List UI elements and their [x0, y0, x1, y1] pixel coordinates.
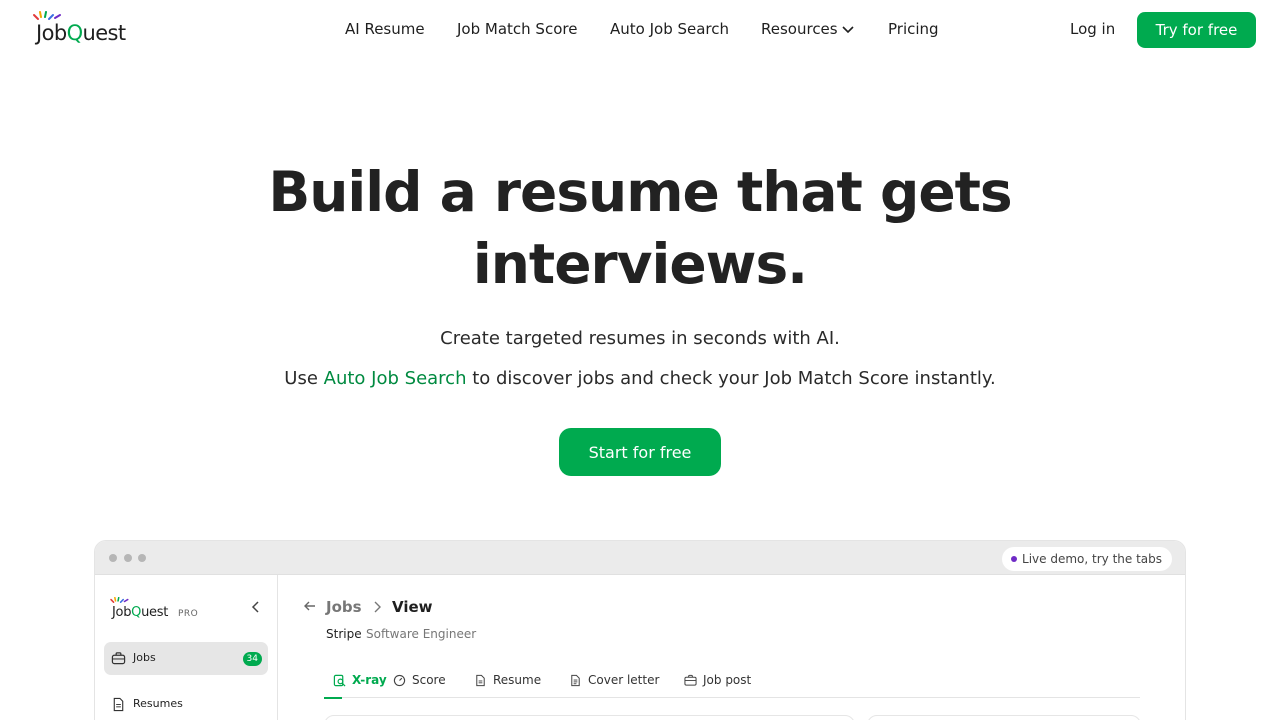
tab-label: Resume	[493, 673, 542, 687]
hero-title-line2: interviews.	[472, 232, 808, 296]
letter-icon	[571, 674, 580, 687]
nav-auto-job-search[interactable]: Auto Job Search	[610, 20, 729, 38]
start-for-free-button[interactable]: Start for free	[559, 428, 721, 476]
jobs-count-badge: 34	[242, 652, 262, 666]
sidebar-item-label: Resumes	[133, 697, 183, 710]
live-demo-window: Live demo, try the tabs JobQuest PRO Job…	[94, 540, 1186, 720]
nav-resources[interactable]: Resources	[761, 20, 854, 38]
hero-subtitle-2-suffix: to discover jobs and check your Job Matc…	[466, 368, 996, 389]
demo-logo-wordmark: JobQuest	[112, 605, 168, 620]
tab-label: Score	[412, 673, 446, 687]
try-for-free-button[interactable]: Try for free	[1137, 12, 1256, 48]
hero-title-line1: Build a resume that gets	[268, 160, 1012, 224]
job-role: Software Engineer	[366, 627, 477, 641]
pro-badge: PRO	[178, 609, 199, 619]
back-arrow-icon[interactable]	[303, 599, 317, 613]
xray-card	[324, 715, 855, 720]
job-tabs: X-ray Score Resume Cover letter Job post	[324, 665, 1140, 699]
demo-sidebar: JobQuest PRO Jobs 34 Resumes	[95, 575, 278, 720]
nav-pricing[interactable]: Pricing	[888, 20, 939, 38]
window-dot-icon	[138, 554, 146, 562]
demo-main: Jobs View Stripe Software Engineer X-ray…	[279, 575, 1185, 720]
site-header: JobQuest AI Resume Job Match Score Auto …	[0, 0, 1280, 60]
sidebar-item-resumes[interactable]: Resumes	[104, 688, 268, 720]
hero-subtitle: Create targeted resumes in seconds with …	[440, 328, 840, 349]
tab-label: Job post	[703, 673, 752, 687]
briefcase-icon	[111, 652, 126, 665]
nav-ai-resume[interactable]: AI Resume	[345, 20, 425, 38]
sidebar-item-jobs[interactable]: Jobs 34	[104, 642, 268, 675]
nav-job-match-score[interactable]: Job Match Score	[457, 20, 577, 38]
breadcrumb-view: View	[392, 598, 433, 616]
nav-resources-label: Resources	[761, 20, 838, 38]
sidebar-item-label: Jobs	[133, 651, 156, 664]
breadcrumb-jobs[interactable]: Jobs	[326, 598, 362, 616]
live-dot-icon	[1011, 556, 1018, 562]
hero-subtitle-2: Use Auto Job Search to discover jobs and…	[240, 368, 1040, 389]
xray-icon	[333, 674, 346, 687]
live-demo-label: Live demo, try the tabs	[1022, 552, 1162, 566]
window-dot-icon	[124, 554, 132, 562]
login-link[interactable]: Log in	[1070, 20, 1115, 38]
auto-job-search-link[interactable]: Auto Job Search	[324, 368, 467, 389]
live-demo-badge: Live demo, try the tabs	[1002, 547, 1172, 571]
demo-window-titlebar: Live demo, try the tabs	[95, 541, 1185, 575]
hero-title: Build a resume that gets interviews.	[240, 156, 1040, 300]
gauge-icon	[393, 674, 406, 687]
tab-label: X-ray	[352, 673, 387, 687]
document-icon	[113, 697, 124, 712]
hero-subtitle-2-prefix: Use	[284, 368, 324, 389]
company-name: Stripe	[326, 627, 362, 641]
chevron-right-icon	[374, 601, 381, 613]
document-icon	[476, 674, 485, 687]
window-dot-icon	[109, 554, 117, 562]
tab-label: Cover letter	[588, 673, 660, 687]
side-card	[867, 715, 1141, 720]
chevron-down-icon	[842, 25, 854, 33]
briefcase-icon	[684, 674, 697, 686]
collapse-sidebar-icon[interactable]	[251, 601, 261, 613]
